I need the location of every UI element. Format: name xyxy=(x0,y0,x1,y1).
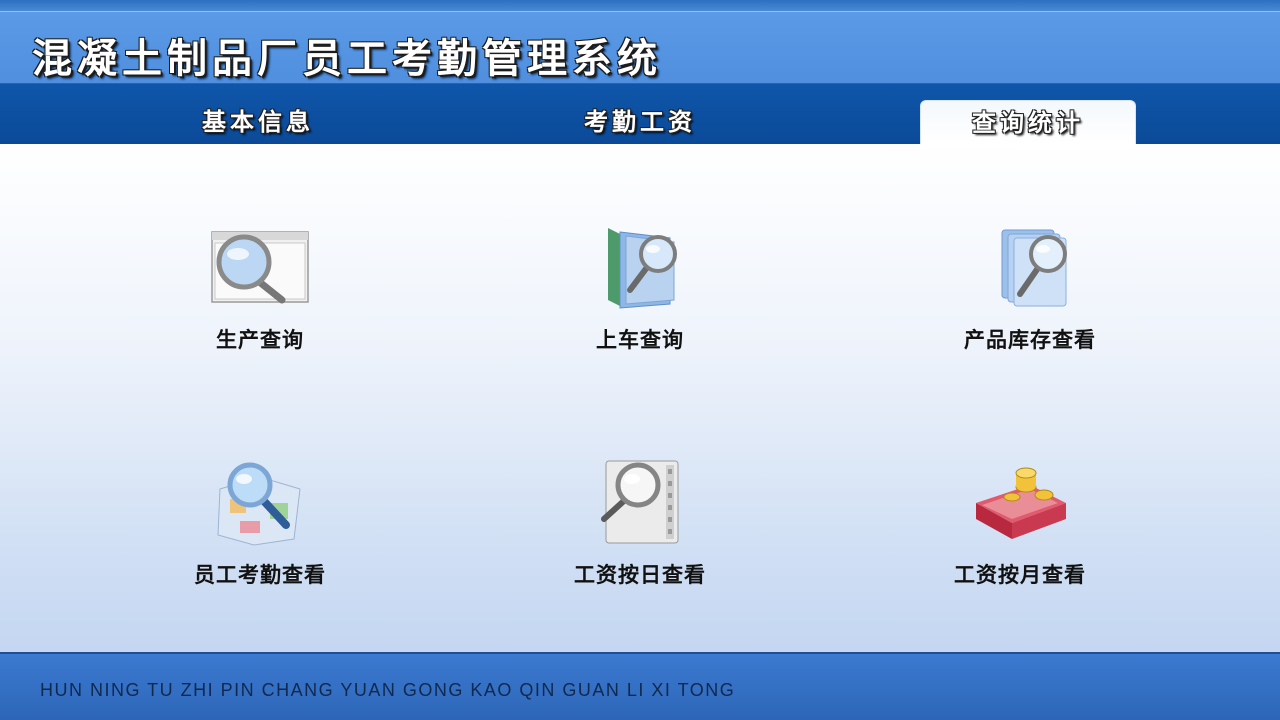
function-label: 工资按日查看 xyxy=(574,563,706,587)
window-magnifier-icon xyxy=(210,224,310,314)
function-label: 上车查询 xyxy=(596,328,684,352)
app-title: 混凝土制品厂员工考勤管理系统 xyxy=(32,35,662,82)
monthly-salary-button[interactable]: 工资按月查看 xyxy=(900,459,1140,619)
book-coins-icon xyxy=(970,459,1070,549)
function-label: 生产查询 xyxy=(216,328,304,352)
footer-pinyin-title: HUN NING TU ZHI PIN CHANG YUAN GONG KAO … xyxy=(40,680,736,700)
title-bar: 混凝土制品厂员工考勤管理系统 xyxy=(0,12,1280,84)
top-accent-strip xyxy=(0,0,1280,12)
daily-salary-button[interactable]: 工资按日查看 xyxy=(520,459,760,619)
map-magnifier-icon xyxy=(210,459,310,549)
tab-query-statistics[interactable]: 查询统计 xyxy=(920,100,1136,144)
function-label: 工资按月查看 xyxy=(954,563,1086,587)
tab-bar: 基本信息 考勤工资 查询统计 xyxy=(0,84,1280,144)
footer: HUN NING TU ZHI PIN CHANG YUAN GONG KAO … xyxy=(0,652,1280,720)
tab-attendance-salary[interactable]: 考勤工资 xyxy=(532,100,748,144)
function-panel: 生产查询 上车查询 产品库存查看 员工考勤查看 工资按日查看 工资按月查看 xyxy=(0,144,1280,652)
loading-query-button[interactable]: 上车查询 xyxy=(520,224,760,384)
documents-magnifier-icon xyxy=(980,224,1080,314)
folder-magnifier-icon xyxy=(590,224,690,314)
function-label: 产品库存查看 xyxy=(964,328,1096,352)
employee-attendance-button[interactable]: 员工考勤查看 xyxy=(140,459,380,619)
product-inventory-button[interactable]: 产品库存查看 xyxy=(910,224,1150,384)
function-label: 员工考勤查看 xyxy=(194,563,326,587)
tab-basic-info[interactable]: 基本信息 xyxy=(150,100,366,144)
production-query-button[interactable]: 生产查询 xyxy=(140,224,380,384)
film-magnifier-icon xyxy=(590,459,690,549)
